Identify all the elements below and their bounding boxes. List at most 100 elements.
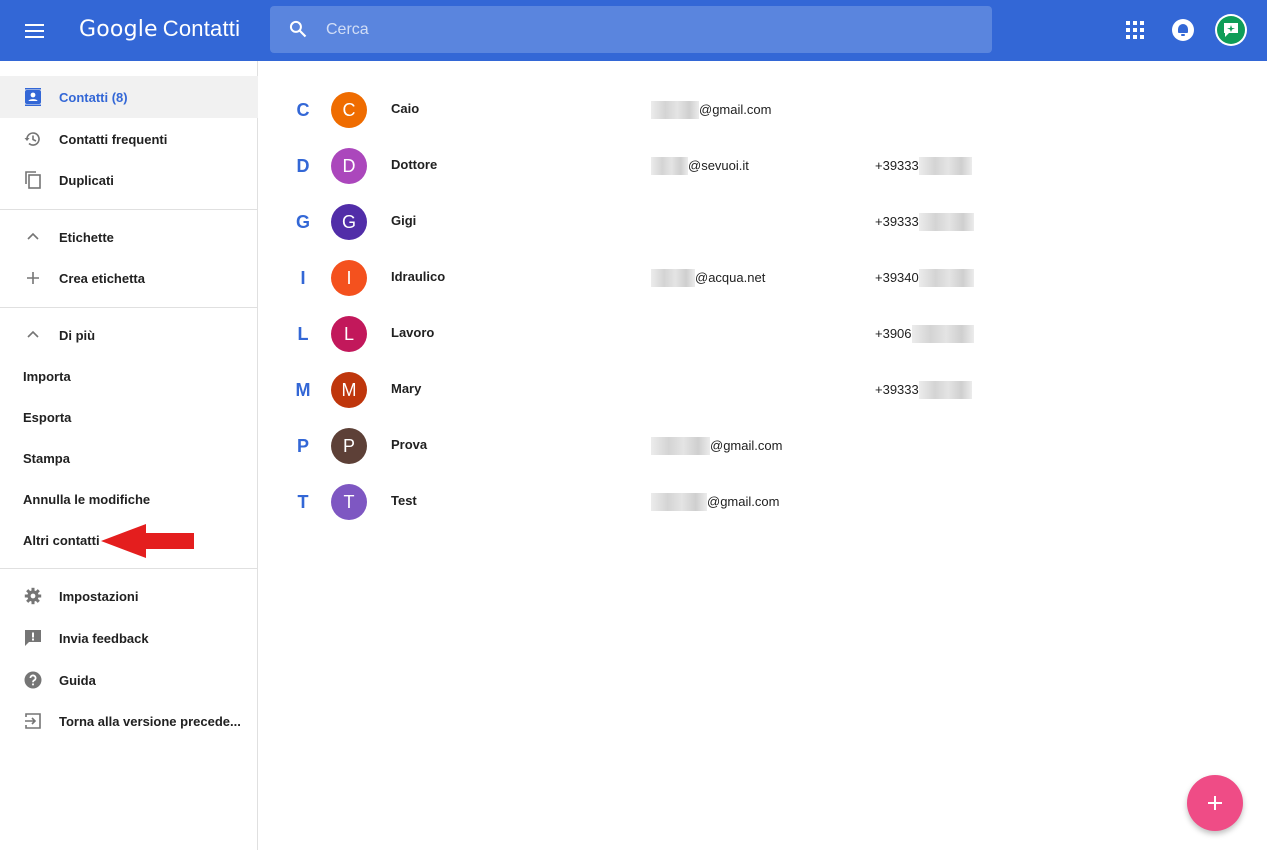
sidebar-item-more[interactable]: Di più: [0, 314, 258, 356]
red-arrow-annotation: [101, 524, 194, 558]
sidebar-item-labels[interactable]: Etichette: [0, 216, 258, 258]
contact-phone: +39333: [875, 157, 972, 175]
contact-row[interactable]: M M Mary +39333: [259, 362, 1267, 418]
gear-icon: [23, 586, 43, 606]
redacted-blur: [651, 157, 688, 175]
sidebar-item-label: Invia feedback: [59, 630, 149, 646]
sidebar-item-label: Contatti (8): [59, 89, 128, 105]
contact-phone: +39333: [875, 381, 972, 399]
sidebar-item-label: Contatti frequenti: [59, 131, 168, 147]
contact-email: @gmail.com: [651, 437, 782, 455]
sidebar-item-print[interactable]: Stampa: [0, 437, 258, 479]
section-letter: I: [300, 268, 306, 288]
contact-row[interactable]: D D Dottore @sevuoi.it +39333: [259, 138, 1267, 194]
app-logo[interactable]: Google Contatti: [79, 16, 240, 42]
section-letter: D: [296, 156, 310, 176]
sidebar-item-label: Crea etichetta: [59, 270, 145, 286]
sidebar-item-label: Stampa: [23, 450, 70, 466]
sidebar-item-export[interactable]: Esporta: [0, 396, 258, 438]
help-icon: [23, 670, 43, 690]
contact-email: @sevuoi.it: [651, 157, 749, 175]
duplicate-icon: [23, 170, 43, 190]
redacted-blur: [918, 381, 972, 399]
sidebar-item-label: Annulla le modifiche: [23, 491, 151, 507]
sidebar: Contatti (8) Contatti frequenti Duplicat…: [0, 61, 258, 850]
search-bar[interactable]: [270, 6, 992, 53]
sidebar-item-import[interactable]: Importa: [0, 355, 258, 397]
sidebar-item-label: Guida: [59, 672, 96, 688]
contact-name: Test: [391, 493, 417, 508]
contact-avatar: G: [331, 204, 367, 240]
contacts-icon: [23, 87, 43, 107]
sidebar-item-settings[interactable]: Impostazioni: [0, 575, 258, 617]
contact-row[interactable]: L L Lavoro +3906: [259, 306, 1267, 362]
contact-email-domain: @sevuoi.it: [688, 158, 749, 173]
sidebar-item-duplicates[interactable]: Duplicati: [0, 159, 258, 201]
redacted-blur: [918, 157, 972, 175]
contact-phone-prefix: +39333: [875, 158, 919, 173]
contact-phone-prefix: +39333: [875, 382, 919, 397]
redacted-blur: [651, 269, 695, 287]
contact-email: @gmail.com: [651, 493, 779, 511]
search-icon[interactable]: [288, 19, 308, 39]
sidebar-item-label: Di più: [59, 327, 96, 343]
apps-grid-icon[interactable]: [1126, 21, 1144, 39]
contact-name: Prova: [391, 437, 428, 452]
contact-avatar: C: [331, 92, 367, 128]
contact-phone: +39340: [875, 269, 974, 287]
contact-row[interactable]: C C Caio @gmail.com: [259, 82, 1267, 138]
contact-phone-prefix: +39333: [875, 214, 919, 229]
sidebar-item-undo-changes[interactable]: Annulla le modifiche: [0, 478, 258, 520]
section-letter: G: [295, 212, 310, 232]
logo-product: Contatti: [162, 16, 241, 41]
contact-phone-prefix: +3906: [875, 326, 912, 341]
menu-icon[interactable]: [22, 18, 48, 44]
account-avatar[interactable]: [1215, 14, 1247, 46]
contact-row[interactable]: G G Gigi +39333: [259, 194, 1267, 250]
redacted-blur: [918, 213, 974, 231]
sidebar-item-label: Torna alla versione precede...: [59, 713, 241, 729]
sidebar-item-label: Duplicati: [59, 172, 114, 188]
contact-name: Caio: [391, 101, 420, 116]
contact-phone-prefix: +39340: [875, 270, 919, 285]
sidebar-item-frequent[interactable]: Contatti frequenti: [0, 118, 258, 160]
contact-avatar: D: [331, 148, 367, 184]
contact-phone: +39333: [875, 213, 974, 231]
section-letter: P: [296, 436, 309, 456]
notifications-icon[interactable]: [1172, 19, 1194, 41]
contact-avatar: I: [331, 260, 367, 296]
contact-row[interactable]: P P Prova @gmail.com: [259, 418, 1267, 474]
contact-row[interactable]: T T Test @gmail.com: [259, 474, 1267, 530]
contact-email: @acqua.net: [651, 269, 765, 287]
exit-icon: [23, 711, 43, 731]
sidebar-item-help[interactable]: Guida: [0, 659, 258, 701]
sidebar-item-label: Etichette: [59, 229, 114, 245]
search-input[interactable]: [326, 6, 966, 53]
sidebar-item-label: Altri contatti: [23, 532, 100, 548]
contact-name: Mary: [391, 381, 422, 396]
plus-icon: [23, 268, 43, 288]
divider: [0, 568, 258, 569]
contact-email-domain: @gmail.com: [699, 102, 772, 117]
contact-name: Dottore: [391, 157, 438, 172]
sidebar-item-feedback[interactable]: Invia feedback: [0, 617, 258, 659]
section-letter: C: [296, 100, 310, 120]
redacted-blur: [651, 101, 699, 119]
contact-avatar: T: [331, 484, 367, 520]
sidebar-item-label: Impostazioni: [59, 588, 139, 604]
contact-name: Lavoro: [391, 325, 435, 340]
app-header: Google Contatti: [0, 0, 1267, 61]
add-contact-button[interactable]: [1187, 775, 1243, 831]
chevron-up-icon: [23, 325, 43, 345]
contact-name: Idraulico: [391, 269, 446, 284]
redacted-blur: [651, 493, 707, 511]
chat-icon: [1224, 23, 1238, 37]
sidebar-item-label: Importa: [23, 368, 71, 384]
sidebar-item-contacts[interactable]: Contatti (8): [0, 76, 258, 118]
sidebar-item-create-label[interactable]: Crea etichetta: [0, 257, 258, 299]
contact-row[interactable]: I I Idraulico @acqua.net +39340: [259, 250, 1267, 306]
sidebar-item-previous-version[interactable]: Torna alla versione precede...: [0, 700, 258, 742]
redacted-blur: [918, 269, 974, 287]
divider: [0, 307, 258, 308]
sidebar-item-label: Esporta: [23, 409, 72, 425]
